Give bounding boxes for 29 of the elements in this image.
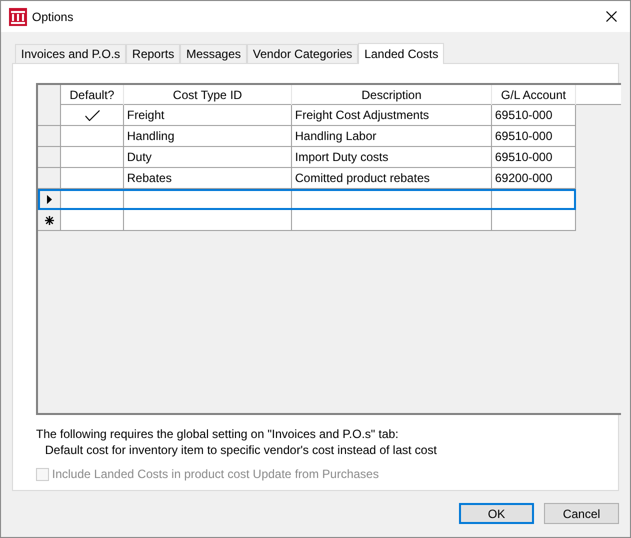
dialog-button[interactable]: Cancel [544, 503, 619, 524]
dialog-button[interactable]: OK [459, 503, 534, 524]
table-cell-text: Handling [127, 128, 174, 145]
table-cell-text: Handling Labor [295, 128, 376, 145]
table-cell-text: 69510-000 [495, 107, 552, 124]
table-cell-text: Comitted product rebates [295, 170, 430, 187]
table-cell-text: Rebates [127, 170, 172, 187]
app-logo-icon [9, 8, 27, 26]
tab[interactable]: Reports [126, 44, 180, 63]
tab[interactable]: Vendor Categories [246, 44, 358, 63]
note-text: The following requires the global setting on "Invoices and P.O.s" tab: [36, 426, 400, 442]
window-title: Options [32, 8, 74, 26]
table-cell-text: 69510-000 [495, 128, 552, 145]
note-text: Default cost for inventory item to specific vendor's cost instead of last cost [44, 442, 438, 458]
checkbox-label: Include Landed Costs in product cost Update from Purchases [52, 466, 379, 483]
table-cell-text: 69510-000 [495, 149, 552, 166]
tab[interactable]: Invoices and P.O.s [15, 44, 126, 63]
asterisk-icon [44, 216, 54, 224]
table-cell-text: 69200-000 [495, 170, 552, 187]
table-cell-text: Freight Cost Adjustments [295, 107, 430, 124]
row-pointer-icon [46, 194, 52, 204]
tab[interactable]: Landed Costs [358, 43, 444, 64]
tab[interactable]: Messages [180, 44, 247, 63]
row-header[interactable] [38, 189, 61, 209]
table-cell-text: Import Duty costs [295, 149, 388, 166]
table-cell-text: Duty [127, 149, 152, 166]
table-cell-text: Freight [127, 107, 164, 124]
row-header[interactable] [38, 210, 61, 230]
close-icon[interactable] [606, 11, 617, 22]
